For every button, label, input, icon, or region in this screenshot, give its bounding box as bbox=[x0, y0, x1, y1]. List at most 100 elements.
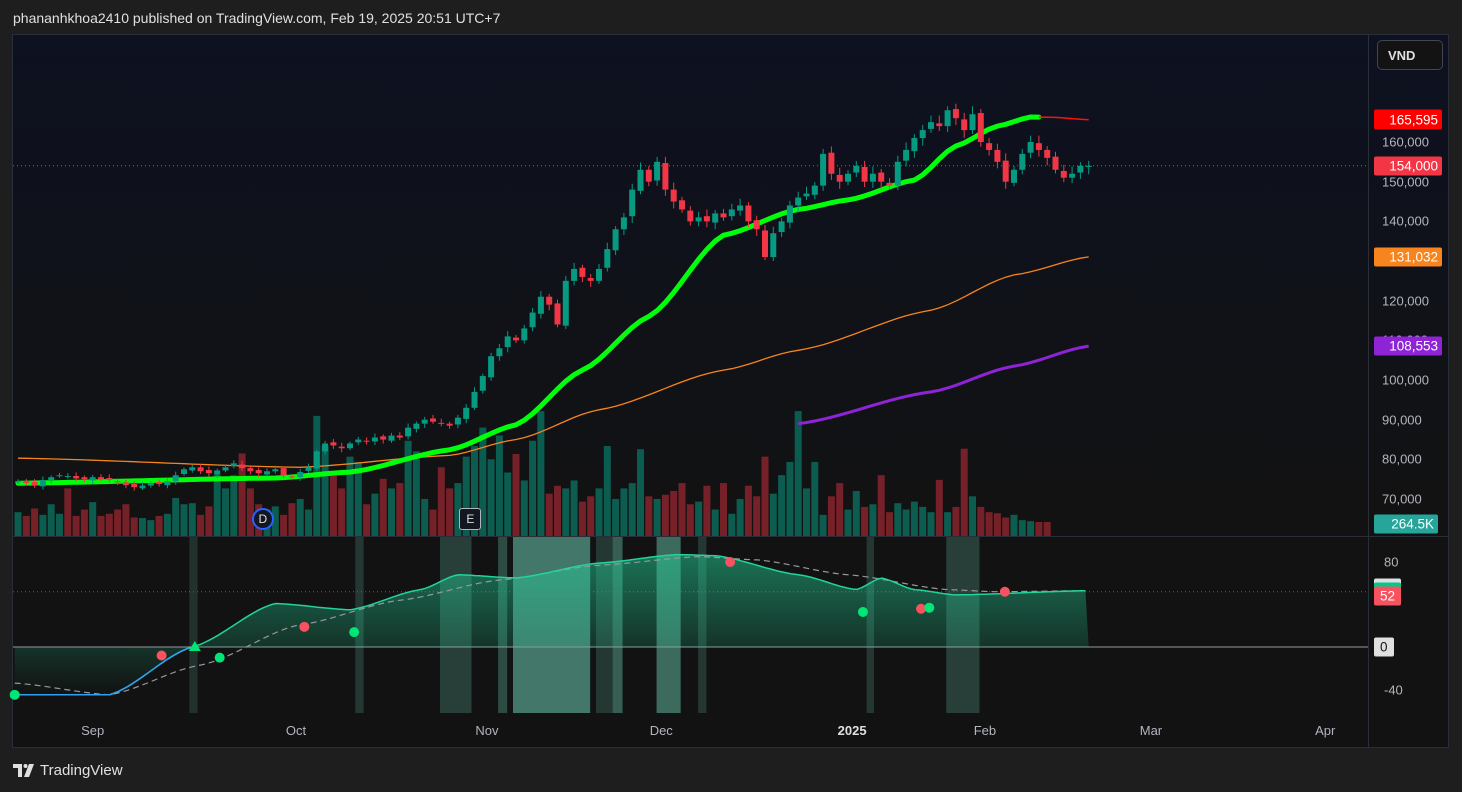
candle-body bbox=[247, 468, 254, 472]
candle-body bbox=[255, 470, 262, 474]
candle-body bbox=[928, 122, 934, 129]
candle bbox=[587, 274, 594, 287]
volume-bar bbox=[172, 497, 180, 536]
candle bbox=[695, 211, 702, 227]
candle bbox=[786, 200, 793, 229]
volume-bar bbox=[786, 461, 794, 536]
volume-bar bbox=[587, 496, 595, 536]
candle bbox=[662, 156, 669, 196]
candle bbox=[313, 449, 320, 471]
volume-bar bbox=[645, 496, 653, 536]
candle-body bbox=[786, 205, 793, 223]
candle-body bbox=[687, 210, 694, 222]
candle bbox=[778, 218, 785, 237]
volume-bar bbox=[180, 504, 188, 536]
candle-body bbox=[98, 477, 104, 480]
bullish-cross-dot bbox=[857, 606, 868, 617]
price-axis-divider bbox=[1368, 35, 1369, 747]
volume-bar bbox=[720, 483, 727, 536]
candle bbox=[770, 226, 777, 261]
volume-bar bbox=[910, 501, 918, 536]
volume-bar bbox=[969, 496, 976, 536]
candle bbox=[338, 442, 345, 453]
candle-body bbox=[629, 189, 636, 217]
volume-bar bbox=[197, 514, 205, 536]
volume-bar bbox=[188, 503, 196, 536]
volume-bar bbox=[97, 515, 105, 536]
price-tick: 120,000 bbox=[1382, 293, 1429, 309]
candle bbox=[654, 156, 661, 186]
candle bbox=[1035, 135, 1042, 157]
earnings-marker[interactable]: E bbox=[459, 508, 482, 530]
candle bbox=[247, 466, 254, 475]
candle-body bbox=[413, 423, 420, 429]
candle-body bbox=[330, 442, 337, 446]
candle-body bbox=[264, 471, 270, 475]
candle-body bbox=[280, 468, 287, 476]
candle-body bbox=[587, 278, 594, 281]
volume-bar bbox=[122, 504, 130, 536]
volume-bar bbox=[744, 485, 752, 536]
candle bbox=[454, 414, 461, 429]
currency-button[interactable]: VND bbox=[1377, 40, 1443, 70]
volume-bar bbox=[14, 512, 22, 536]
candle-body bbox=[438, 422, 445, 424]
candle bbox=[1085, 160, 1092, 175]
volume-bar bbox=[1027, 521, 1035, 536]
candle-body bbox=[272, 469, 279, 472]
candle-body bbox=[579, 267, 586, 277]
volume-bar bbox=[578, 501, 586, 536]
price-label: 165,595 bbox=[1374, 110, 1442, 130]
candle-body bbox=[371, 437, 378, 442]
candle bbox=[1011, 166, 1017, 187]
candle bbox=[911, 134, 918, 158]
price-label: 108,553 bbox=[1374, 336, 1442, 356]
volume-bar bbox=[852, 491, 860, 536]
candle-body bbox=[936, 123, 943, 127]
candle bbox=[181, 467, 187, 476]
volume-bar bbox=[537, 411, 545, 536]
candle bbox=[861, 160, 868, 188]
candle bbox=[471, 387, 478, 411]
candle-body bbox=[363, 440, 370, 442]
tradingview-logo[interactable]: TradingView bbox=[13, 762, 123, 779]
candle bbox=[845, 170, 851, 186]
price-label: 131,032 bbox=[1374, 247, 1442, 267]
candle-body bbox=[571, 268, 578, 281]
candle-body bbox=[695, 217, 702, 222]
bearish-cross-dot bbox=[299, 621, 310, 632]
candle-body bbox=[405, 427, 412, 437]
chart-canvas[interactable] bbox=[0, 0, 1462, 792]
candle bbox=[679, 196, 685, 213]
volume-bar bbox=[222, 488, 229, 536]
candle-body bbox=[23, 481, 30, 484]
volume-bar bbox=[114, 509, 122, 536]
candle-body bbox=[903, 149, 910, 161]
candle bbox=[363, 437, 370, 445]
candle bbox=[728, 203, 735, 221]
time-tick: Sep bbox=[81, 723, 105, 738]
volume-bar bbox=[811, 461, 819, 536]
candle-body bbox=[172, 475, 179, 482]
candle bbox=[488, 352, 495, 381]
candle bbox=[853, 160, 860, 178]
volume-bar bbox=[960, 448, 968, 536]
candle bbox=[197, 464, 204, 475]
volume-bar bbox=[769, 493, 777, 536]
candle-body bbox=[969, 114, 976, 131]
price-tick: 140,000 bbox=[1382, 213, 1429, 229]
volume-bar bbox=[288, 503, 296, 536]
volume-bar bbox=[230, 475, 238, 536]
candle bbox=[936, 115, 943, 132]
ma-purple-line bbox=[797, 344, 1089, 426]
candle-body bbox=[712, 213, 719, 223]
candle-body bbox=[239, 464, 246, 469]
time-tick: Nov bbox=[475, 723, 499, 738]
dividend-marker[interactable]: D bbox=[251, 508, 274, 530]
volume-bar bbox=[603, 446, 611, 536]
volume-bar bbox=[661, 494, 669, 536]
candle-body bbox=[214, 470, 221, 475]
pane-divider[interactable] bbox=[13, 536, 1448, 537]
candle-body bbox=[1052, 156, 1059, 170]
candle bbox=[56, 472, 63, 478]
